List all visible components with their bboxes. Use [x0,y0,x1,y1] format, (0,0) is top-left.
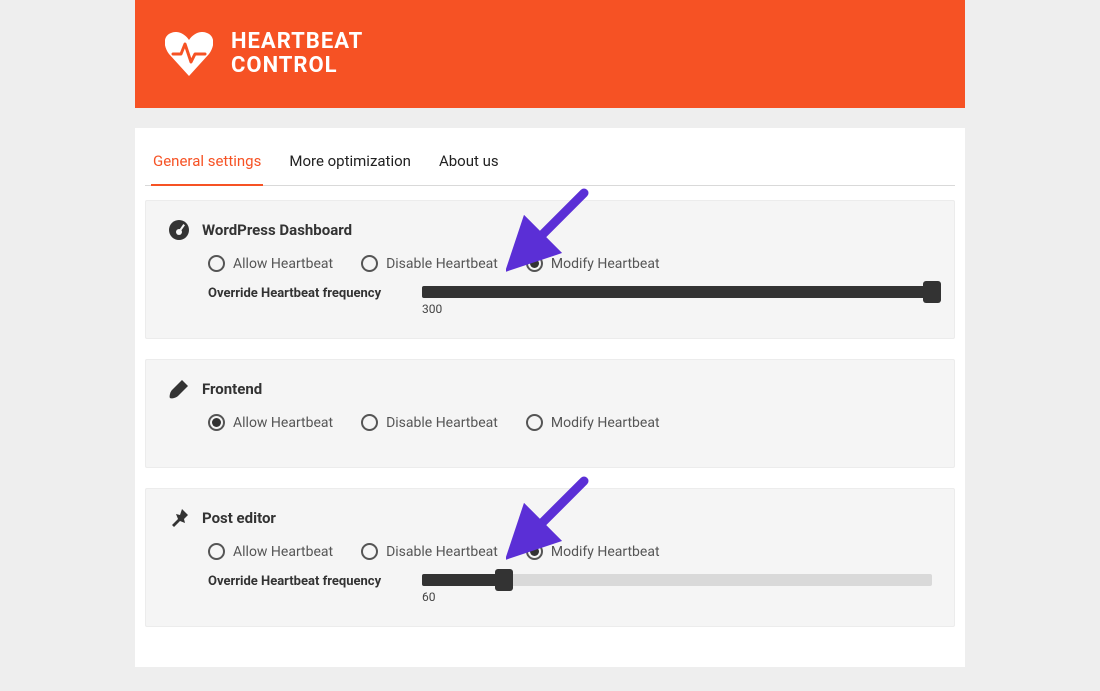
tab-about-us[interactable]: About us [437,138,501,186]
radio-label: Modify Heartbeat [551,256,660,272]
dashboard-override-label: Override Heartbeat frequency [208,286,398,301]
posteditor-radio-allow[interactable]: Allow Heartbeat [208,543,333,560]
radio-label: Disable Heartbeat [386,415,498,431]
radio-label: Allow Heartbeat [233,256,333,272]
hero-banner: HEARTBEAT CONTROL [135,0,965,108]
brush-icon [168,378,190,400]
frontend-radio-allow[interactable]: Allow Heartbeat [208,414,333,431]
radio-label: Modify Heartbeat [551,544,660,560]
radio-label: Disable Heartbeat [386,256,498,272]
pin-icon [168,507,190,529]
section-dashboard: WordPress Dashboard Allow Heartbeat Disa… [145,200,955,339]
section-title: WordPress Dashboard [202,221,352,239]
slider-thumb[interactable] [923,281,941,303]
hero-title-line2: CONTROL [231,54,363,78]
section-post-editor: Post editor Allow Heartbeat Disable Hear… [145,488,955,627]
tabs: General settings More optimization About… [145,138,955,186]
tab-general-settings[interactable]: General settings [151,138,263,186]
posteditor-radio-modify[interactable]: Modify Heartbeat [526,543,660,560]
frontend-radio-disable[interactable]: Disable Heartbeat [361,414,498,431]
posteditor-radio-disable[interactable]: Disable Heartbeat [361,543,498,560]
frontend-radio-modify[interactable]: Modify Heartbeat [526,414,660,431]
slider-thumb[interactable] [495,569,513,591]
frontend-radio-group: Allow Heartbeat Disable Heartbeat Modify… [168,414,932,431]
dashboard-frequency-value: 300 [422,302,932,316]
dashboard-frequency-slider[interactable] [422,286,932,298]
section-title: Frontend [202,380,262,398]
posteditor-frequency-value: 60 [422,590,932,604]
radio-label: Disable Heartbeat [386,544,498,560]
radio-label: Allow Heartbeat [233,544,333,560]
radio-label: Allow Heartbeat [233,415,333,431]
section-frontend: Frontend Allow Heartbeat Disable Heartbe… [145,359,955,468]
posteditor-radio-group: Allow Heartbeat Disable Heartbeat Modify… [168,543,932,560]
posteditor-override-label: Override Heartbeat frequency [208,574,398,589]
dashboard-radio-allow[interactable]: Allow Heartbeat [208,255,333,272]
posteditor-frequency-slider[interactable] [422,574,932,586]
dashboard-icon [168,219,190,241]
dashboard-radio-group: Allow Heartbeat Disable Heartbeat Modify… [168,255,932,272]
settings-panel: General settings More optimization About… [135,128,965,667]
radio-label: Modify Heartbeat [551,415,660,431]
hero-title: HEARTBEAT CONTROL [231,30,363,78]
dashboard-radio-disable[interactable]: Disable Heartbeat [361,255,498,272]
heartbeat-logo-icon [165,32,213,76]
tab-more-optimization[interactable]: More optimization [287,138,413,186]
dashboard-radio-modify[interactable]: Modify Heartbeat [526,255,660,272]
hero-title-line1: HEARTBEAT [231,30,363,54]
section-title: Post editor [202,509,276,527]
